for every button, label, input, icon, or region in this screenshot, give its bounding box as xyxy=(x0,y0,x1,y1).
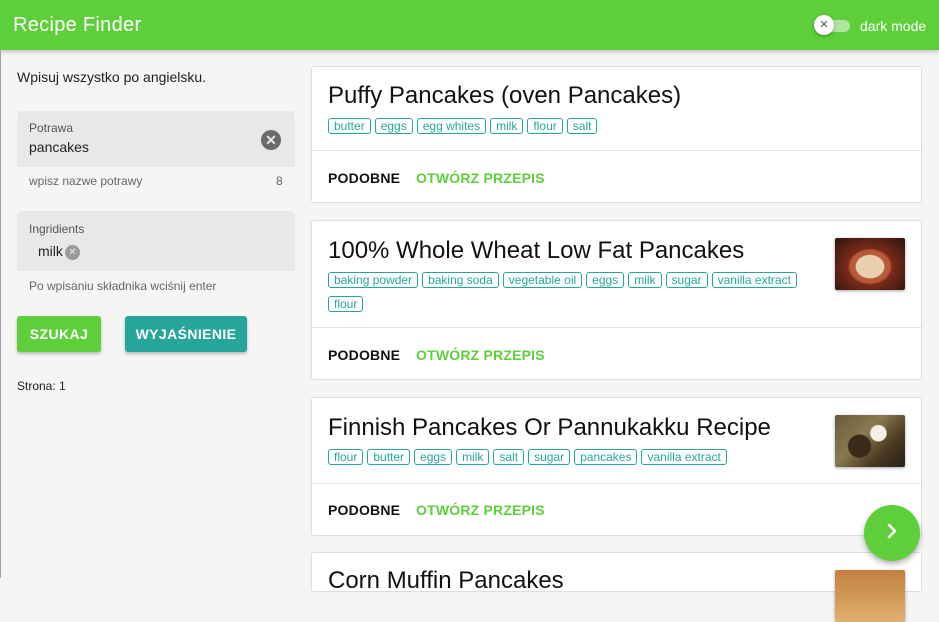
ingredient-tag: pancakes xyxy=(574,449,638,465)
next-page-button[interactable] xyxy=(864,505,920,561)
app-bar: Recipe Finder ✕ dark mode xyxy=(0,0,939,50)
recipe-title: Puffy Pancakes (oven Pancakes) xyxy=(328,82,682,109)
dish-helper-text: wpisz nazwe potrawy xyxy=(29,174,143,188)
open-recipe-button[interactable]: OTWÓRZ PRZEPIS xyxy=(416,170,545,186)
recipe-image[interactable] xyxy=(835,238,905,290)
recipe-image[interactable] xyxy=(835,415,905,467)
recipe-title: Finnish Pancakes Or Pannukakku Recipe xyxy=(328,414,771,441)
ingredients-helper-text: Po wpisaniu składnika wciśnij enter xyxy=(29,279,217,293)
explain-button[interactable]: WYJAŚNIENIE xyxy=(125,316,247,352)
ingredient-tag: sugar xyxy=(665,272,708,288)
chevron-right-icon xyxy=(887,523,897,538)
card-divider xyxy=(312,327,921,328)
recipe-card: 100% Whole Wheat Low Fat Pancakes baking… xyxy=(311,220,922,380)
ingredient-tag: eggs xyxy=(586,272,625,288)
close-icon[interactable]: ✕ xyxy=(64,245,80,260)
ingredient-tag: salt xyxy=(493,449,525,465)
recipe-card: Finnish Pancakes Or Pannukakku Recipe fl… xyxy=(311,397,922,536)
dish-input[interactable]: pancakes xyxy=(29,139,89,155)
chip-label: milk xyxy=(38,243,63,259)
ingredient-tag: eggs xyxy=(414,449,453,465)
ingredient-tag: butter xyxy=(328,118,371,134)
ingredient-tags: butter eggs egg whites milk flour salt xyxy=(328,117,818,141)
recipe-title: 100% Whole Wheat Low Fat Pancakes xyxy=(328,237,745,264)
ingredient-tag: butter xyxy=(367,449,411,465)
ingredient-chip[interactable]: milk ✕ xyxy=(34,241,80,261)
ingredient-tags: flour butter eggs milk salt sugar pancakes vani… xyxy=(328,448,818,472)
page-indicator: Strona: 1 xyxy=(17,379,66,393)
ingredient-tag: milk xyxy=(456,449,490,465)
ingredient-tag: flour xyxy=(328,296,364,312)
recipe-title: Corn Muffin Pancakes xyxy=(328,567,564,594)
similar-button[interactable]: PODOBNE xyxy=(328,170,400,186)
dark-mode-toggle[interactable]: ✕ xyxy=(814,15,850,35)
ingredient-tag: baking powder xyxy=(328,272,419,288)
divider xyxy=(0,50,1,578)
language-hint: Wpisuj wszystko po angielsku. xyxy=(17,69,207,85)
search-button[interactable]: SZUKAJ xyxy=(17,316,101,352)
card-divider xyxy=(312,483,921,484)
ingredient-tag: egg whites xyxy=(416,118,487,134)
ingredient-tag: vanilla extract xyxy=(711,272,797,288)
recipe-card: Corn Muffin Pancakes xyxy=(311,552,922,622)
open-recipe-button[interactable]: OTWÓRZ PRZEPIS xyxy=(416,347,545,363)
similar-button[interactable]: PODOBNE xyxy=(328,502,400,518)
close-icon: ✕ xyxy=(814,15,834,35)
dark-mode-label: dark mode xyxy=(860,18,927,34)
ingredients-field-label: Ingridients xyxy=(29,222,85,236)
open-recipe-button[interactable]: OTWÓRZ PRZEPIS xyxy=(416,502,545,518)
ingredient-tag: vanilla extract xyxy=(641,449,727,465)
character-counter: 8 xyxy=(276,174,283,188)
ingredient-tag: vegetable oil xyxy=(502,272,583,288)
recipe-card: Puffy Pancakes (oven Pancakes) butter egg… xyxy=(311,66,922,203)
dish-field[interactable]: Potrawa pancakes ✕ xyxy=(17,111,295,167)
similar-button[interactable]: PODOBNE xyxy=(328,347,400,363)
ingredient-tag: milk xyxy=(490,118,524,134)
card-divider xyxy=(312,150,921,151)
ingredient-tag: baking soda xyxy=(422,272,499,288)
ingredient-tag: flour xyxy=(527,118,563,134)
ingredient-tag: salt xyxy=(566,118,598,134)
ingredient-tag: eggs xyxy=(374,118,413,134)
ingredient-tag: flour xyxy=(328,449,364,465)
app-title: Recipe Finder xyxy=(13,14,142,36)
ingredient-tag: milk xyxy=(628,272,662,288)
dish-field-label: Potrawa xyxy=(29,121,74,135)
ingredient-tags: baking powder baking soda vegetable oil egg… xyxy=(328,271,818,319)
clear-icon[interactable]: ✕ xyxy=(261,130,281,150)
ingredient-tag: sugar xyxy=(528,449,571,465)
